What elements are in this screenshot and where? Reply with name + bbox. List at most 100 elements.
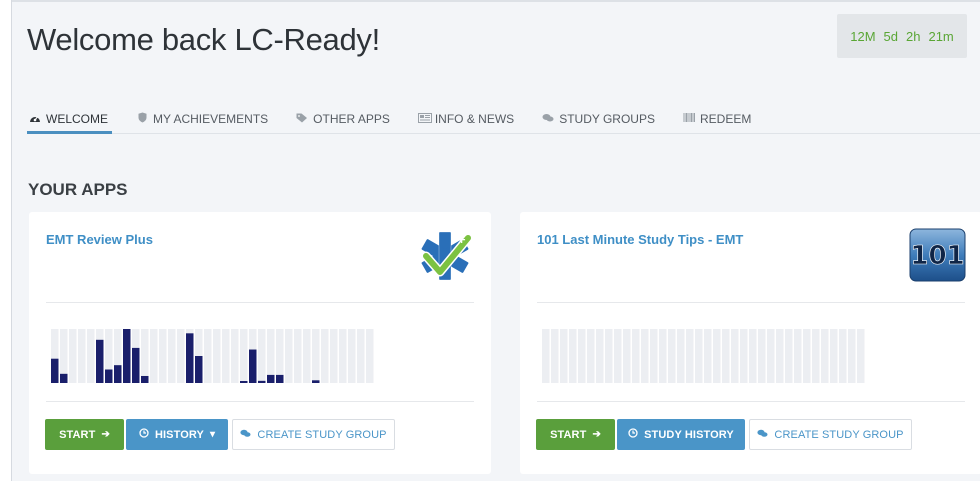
card-divider (46, 302, 474, 303)
activity-bar (123, 329, 131, 383)
activity-bar (96, 339, 104, 383)
activity-bar-bg (848, 329, 856, 383)
left-edge (0, 0, 12, 481)
activity-bar-bg (177, 329, 185, 383)
activity-bar-bg (749, 329, 757, 383)
create-study-group-button[interactable]: CREATE STUDY GROUP (749, 419, 912, 450)
101-logo[interactable]: 101 (909, 228, 966, 282)
activity-bar-bg (569, 329, 577, 383)
activity-bar-bg (659, 329, 667, 383)
activity-bar (240, 381, 248, 383)
activity-bar-bg (150, 329, 158, 383)
shield-icon (136, 112, 148, 126)
activity-bar-bg (722, 329, 730, 383)
clock-icon (628, 428, 638, 441)
activity-bar-bg (168, 329, 176, 383)
activity-bar-bg (641, 329, 649, 383)
activity-chart (542, 329, 865, 383)
activity-chart (51, 329, 374, 383)
activity-bar (114, 365, 122, 383)
activity-bar-bg (339, 329, 347, 383)
section-title: YOUR APPS (28, 180, 128, 199)
star-of-life-checkmark-logo[interactable]: + (416, 228, 474, 282)
comments-icon (757, 429, 768, 441)
activity-bar-bg (294, 329, 302, 383)
activity-bar (105, 369, 113, 383)
barcode-icon (683, 113, 695, 125)
dashboard-icon (29, 113, 41, 126)
activity-bar-bg (794, 329, 802, 383)
tab-welcome[interactable]: WELCOME (27, 100, 113, 134)
countdown-minutes: 21m (928, 28, 954, 44)
activity-bar-bg (312, 329, 320, 383)
activity-bar (132, 347, 140, 383)
activity-bar-bg (812, 329, 820, 383)
activity-bar-bg (677, 329, 685, 383)
countdown-days: 5d (883, 28, 898, 44)
activity-bar-bg (695, 329, 703, 383)
card-actions: START ➔ STUDY HISTORY CREATE STUDY GROUP (536, 419, 912, 450)
activity-bar-bg (857, 329, 865, 383)
activity-bar (186, 333, 194, 383)
activity-bar-bg (686, 329, 694, 383)
activity-bar-bg (560, 329, 568, 383)
activity-bar-bg (357, 329, 365, 383)
activity-bar-bg (731, 329, 739, 383)
activity-bar-bg (758, 329, 766, 383)
activity-bar (195, 356, 203, 383)
activity-bar-bg (785, 329, 793, 383)
app-title[interactable]: EMT Review Plus (46, 232, 153, 247)
clock-icon (139, 428, 149, 441)
tab-my-achievements[interactable]: MY ACHIEVEMENTS (136, 100, 268, 133)
history-label: STUDY HISTORY (644, 428, 734, 441)
page-title: Welcome back LC-Ready! (27, 22, 380, 57)
activity-bar-bg (321, 329, 329, 383)
activity-bar-bg (159, 329, 167, 383)
tab-redeem[interactable]: REDEEM (683, 100, 751, 133)
activity-bar (312, 380, 320, 383)
create-label: CREATE STUDY GROUP (774, 428, 904, 441)
activity-bar-bg (213, 329, 221, 383)
activity-bar-bg (623, 329, 631, 383)
activity-bar (60, 373, 68, 383)
activity-bar-bg (578, 329, 586, 383)
start-label: START (59, 428, 96, 441)
activity-bar-bg (240, 329, 248, 383)
tab-study-groups[interactable]: STUDY GROUPS (542, 100, 655, 133)
activity-bar-bg (668, 329, 676, 383)
create-study-group-button[interactable]: CREATE STUDY GROUP (232, 419, 395, 450)
card-actions: START ➔ HISTORY ▾ CREATE STUDY GROUP (45, 419, 395, 450)
activity-bar-bg (740, 329, 748, 383)
activity-bar-bg (141, 329, 149, 383)
activity-bar-bg (803, 329, 811, 383)
activity-bar-bg (348, 329, 356, 383)
countdown-timer: 12M 5d 2h 21m (837, 14, 967, 58)
activity-bar (249, 349, 257, 383)
tags-icon (296, 113, 308, 126)
start-button[interactable]: START ➔ (536, 419, 615, 450)
activity-bar-bg (713, 329, 721, 383)
tab-info-news[interactable]: INFO & NEWS (417, 100, 514, 133)
history-label: HISTORY (154, 428, 204, 441)
comments-icon (542, 113, 554, 126)
card-divider (46, 401, 474, 402)
study-history-button[interactable]: STUDY HISTORY (617, 419, 745, 450)
logo-text: 101 (910, 241, 964, 271)
start-button[interactable]: START ➔ (45, 419, 124, 450)
activity-bar-bg (267, 329, 275, 383)
start-label: START (550, 428, 587, 441)
activity-bar-bg (222, 329, 230, 383)
activity-bar-bg (87, 329, 95, 383)
activity-bar-bg (330, 329, 338, 383)
activity-bar-bg (596, 329, 604, 383)
activity-bar-bg (276, 329, 284, 383)
activity-bar-bg (632, 329, 640, 383)
activity-bar-bg (303, 329, 311, 383)
activity-bar-bg (258, 329, 266, 383)
tab-other-apps[interactable]: OTHER APPS (296, 100, 390, 133)
create-label: CREATE STUDY GROUP (257, 428, 387, 441)
svg-text:+: + (457, 233, 466, 246)
app-title[interactable]: 101 Last Minute Study Tips - EMT (537, 232, 743, 247)
countdown-hours: 2h (906, 28, 921, 44)
history-dropdown-button[interactable]: HISTORY ▾ (126, 419, 228, 450)
